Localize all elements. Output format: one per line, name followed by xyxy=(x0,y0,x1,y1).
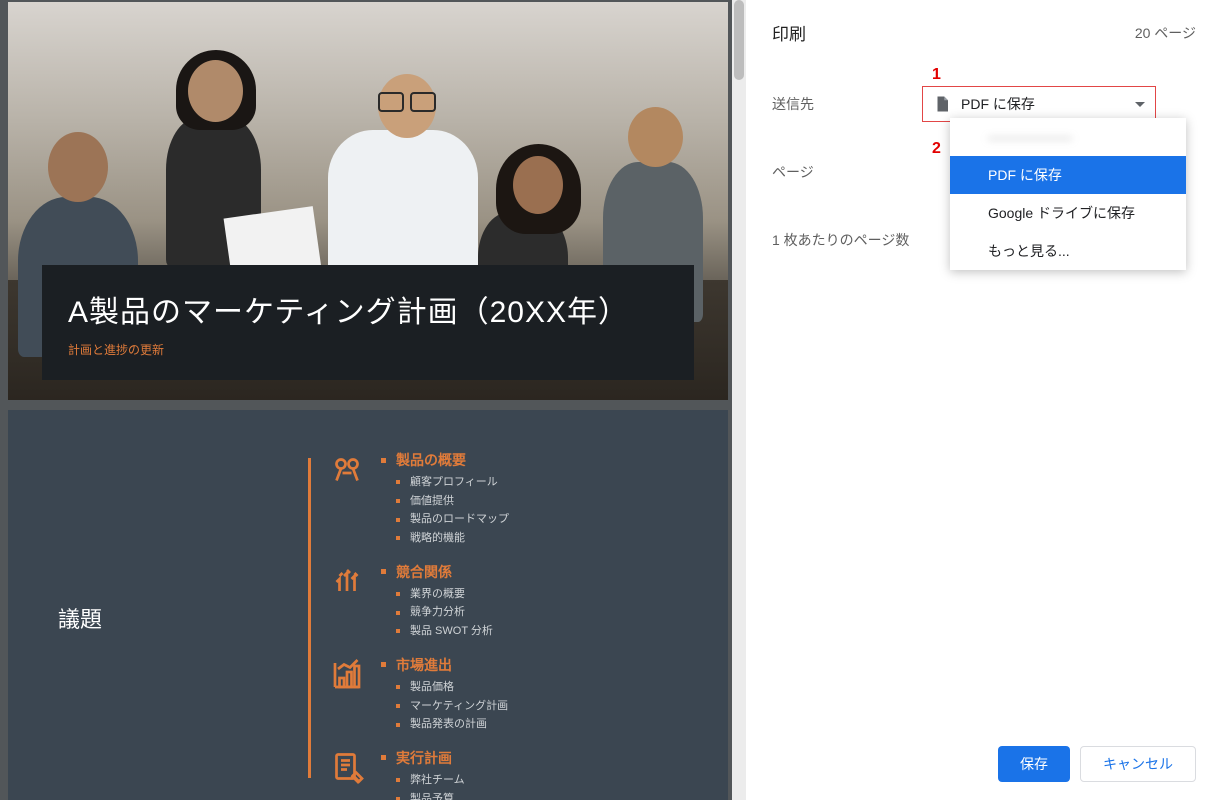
agenda-sub-item: 製品 SWOT 分析 xyxy=(396,622,698,641)
scrollbar-thumb[interactable] xyxy=(734,0,744,80)
agenda-section-head: 製品の概要 xyxy=(381,450,698,470)
dropdown-item-drive[interactable]: Google ドライブに保存 xyxy=(950,194,1186,232)
dropdown-item-printer[interactable]: —————— xyxy=(950,118,1186,156)
slide1-title: A製品のマーケティング計画（20XX年） xyxy=(68,287,668,331)
slide1-title-box: A製品のマーケティング計画（20XX年） 計画と進捗の更新 xyxy=(42,265,694,380)
agenda-section-icon xyxy=(329,750,365,786)
agenda-sub-item: 価値提供 xyxy=(396,492,698,511)
destination-dropdown[interactable]: —————— PDF に保存 Google ドライブに保存 もっと見る... xyxy=(950,118,1186,270)
cancel-button[interactable]: キャンセル xyxy=(1080,746,1196,782)
pages-label: ページ xyxy=(772,162,922,183)
agenda-section: 競合関係業界の概要競争力分析製品 SWOT 分析 xyxy=(329,562,698,641)
agenda-section-icon xyxy=(329,564,365,600)
agenda-section-icon xyxy=(329,657,365,693)
agenda-sub-item: 製品発表の計画 xyxy=(396,715,698,734)
pages-per-sheet-label: 1 枚あたりのページ数 xyxy=(772,230,922,251)
agenda-sub-item: 戦略的機能 xyxy=(396,529,698,548)
agenda-section-head: 競合関係 xyxy=(381,562,698,582)
preview-scrollbar[interactable] xyxy=(732,0,746,800)
dropdown-item-more[interactable]: もっと見る... xyxy=(950,232,1186,270)
save-button[interactable]: 保存 xyxy=(998,746,1070,782)
dialog-footer: 保存 キャンセル xyxy=(772,730,1196,782)
agenda-title: 議題 xyxy=(58,602,102,634)
destination-label: 送信先 xyxy=(772,94,922,115)
destination-value: PDF に保存 xyxy=(961,94,1135,114)
agenda-sub-item: 製品予算 xyxy=(396,790,698,800)
agenda-section: 実行計画弊社チーム製品予算進捗状況の更新次へ xyxy=(329,748,698,800)
agenda-sub-item: 製品のロードマップ xyxy=(396,510,698,529)
agenda-section: 製品の概要顧客プロフィール価値提供製品のロードマップ戦略的機能 xyxy=(329,450,698,548)
agenda-section-head: 市場進出 xyxy=(381,655,698,675)
agenda-sub-item: 競争力分析 xyxy=(396,603,698,622)
preview-slide-1: A製品のマーケティング計画（20XX年） 計画と進捗の更新 xyxy=(8,2,728,400)
print-preview-pane: A製品のマーケティング計画（20XX年） 計画と進捗の更新 議題 製品の概要顧客… xyxy=(0,0,746,800)
agenda-section-head: 実行計画 xyxy=(381,748,698,768)
dropdown-item-pdf[interactable]: PDF に保存 xyxy=(950,156,1186,194)
agenda-sub-item: マーケティング計画 xyxy=(396,697,698,716)
chevron-down-icon xyxy=(1135,102,1145,107)
preview-slide-2: 議題 製品の概要顧客プロフィール価値提供製品のロードマップ戦略的機能競合関係業界… xyxy=(8,410,728,800)
agenda-sub-item: 製品価格 xyxy=(396,678,698,697)
agenda-sub-item: 弊社チーム xyxy=(396,771,698,790)
destination-select[interactable]: PDF に保存 xyxy=(922,86,1156,122)
print-title: 印刷 xyxy=(772,20,806,45)
agenda-sub-item: 業界の概要 xyxy=(396,585,698,604)
agenda-sub-item: 顧客プロフィール xyxy=(396,473,698,492)
slide1-subtitle: 計画と進捗の更新 xyxy=(68,341,668,358)
agenda-section: 市場進出製品価格マーケティング計画製品発表の計画 xyxy=(329,655,698,734)
pdf-icon xyxy=(933,93,951,115)
agenda-section-icon xyxy=(329,452,365,488)
agenda-divider xyxy=(308,458,311,778)
agenda-body: 製品の概要顧客プロフィール価値提供製品のロードマップ戦略的機能競合関係業界の概要… xyxy=(329,450,698,786)
page-count: 20 ページ xyxy=(1135,23,1196,43)
